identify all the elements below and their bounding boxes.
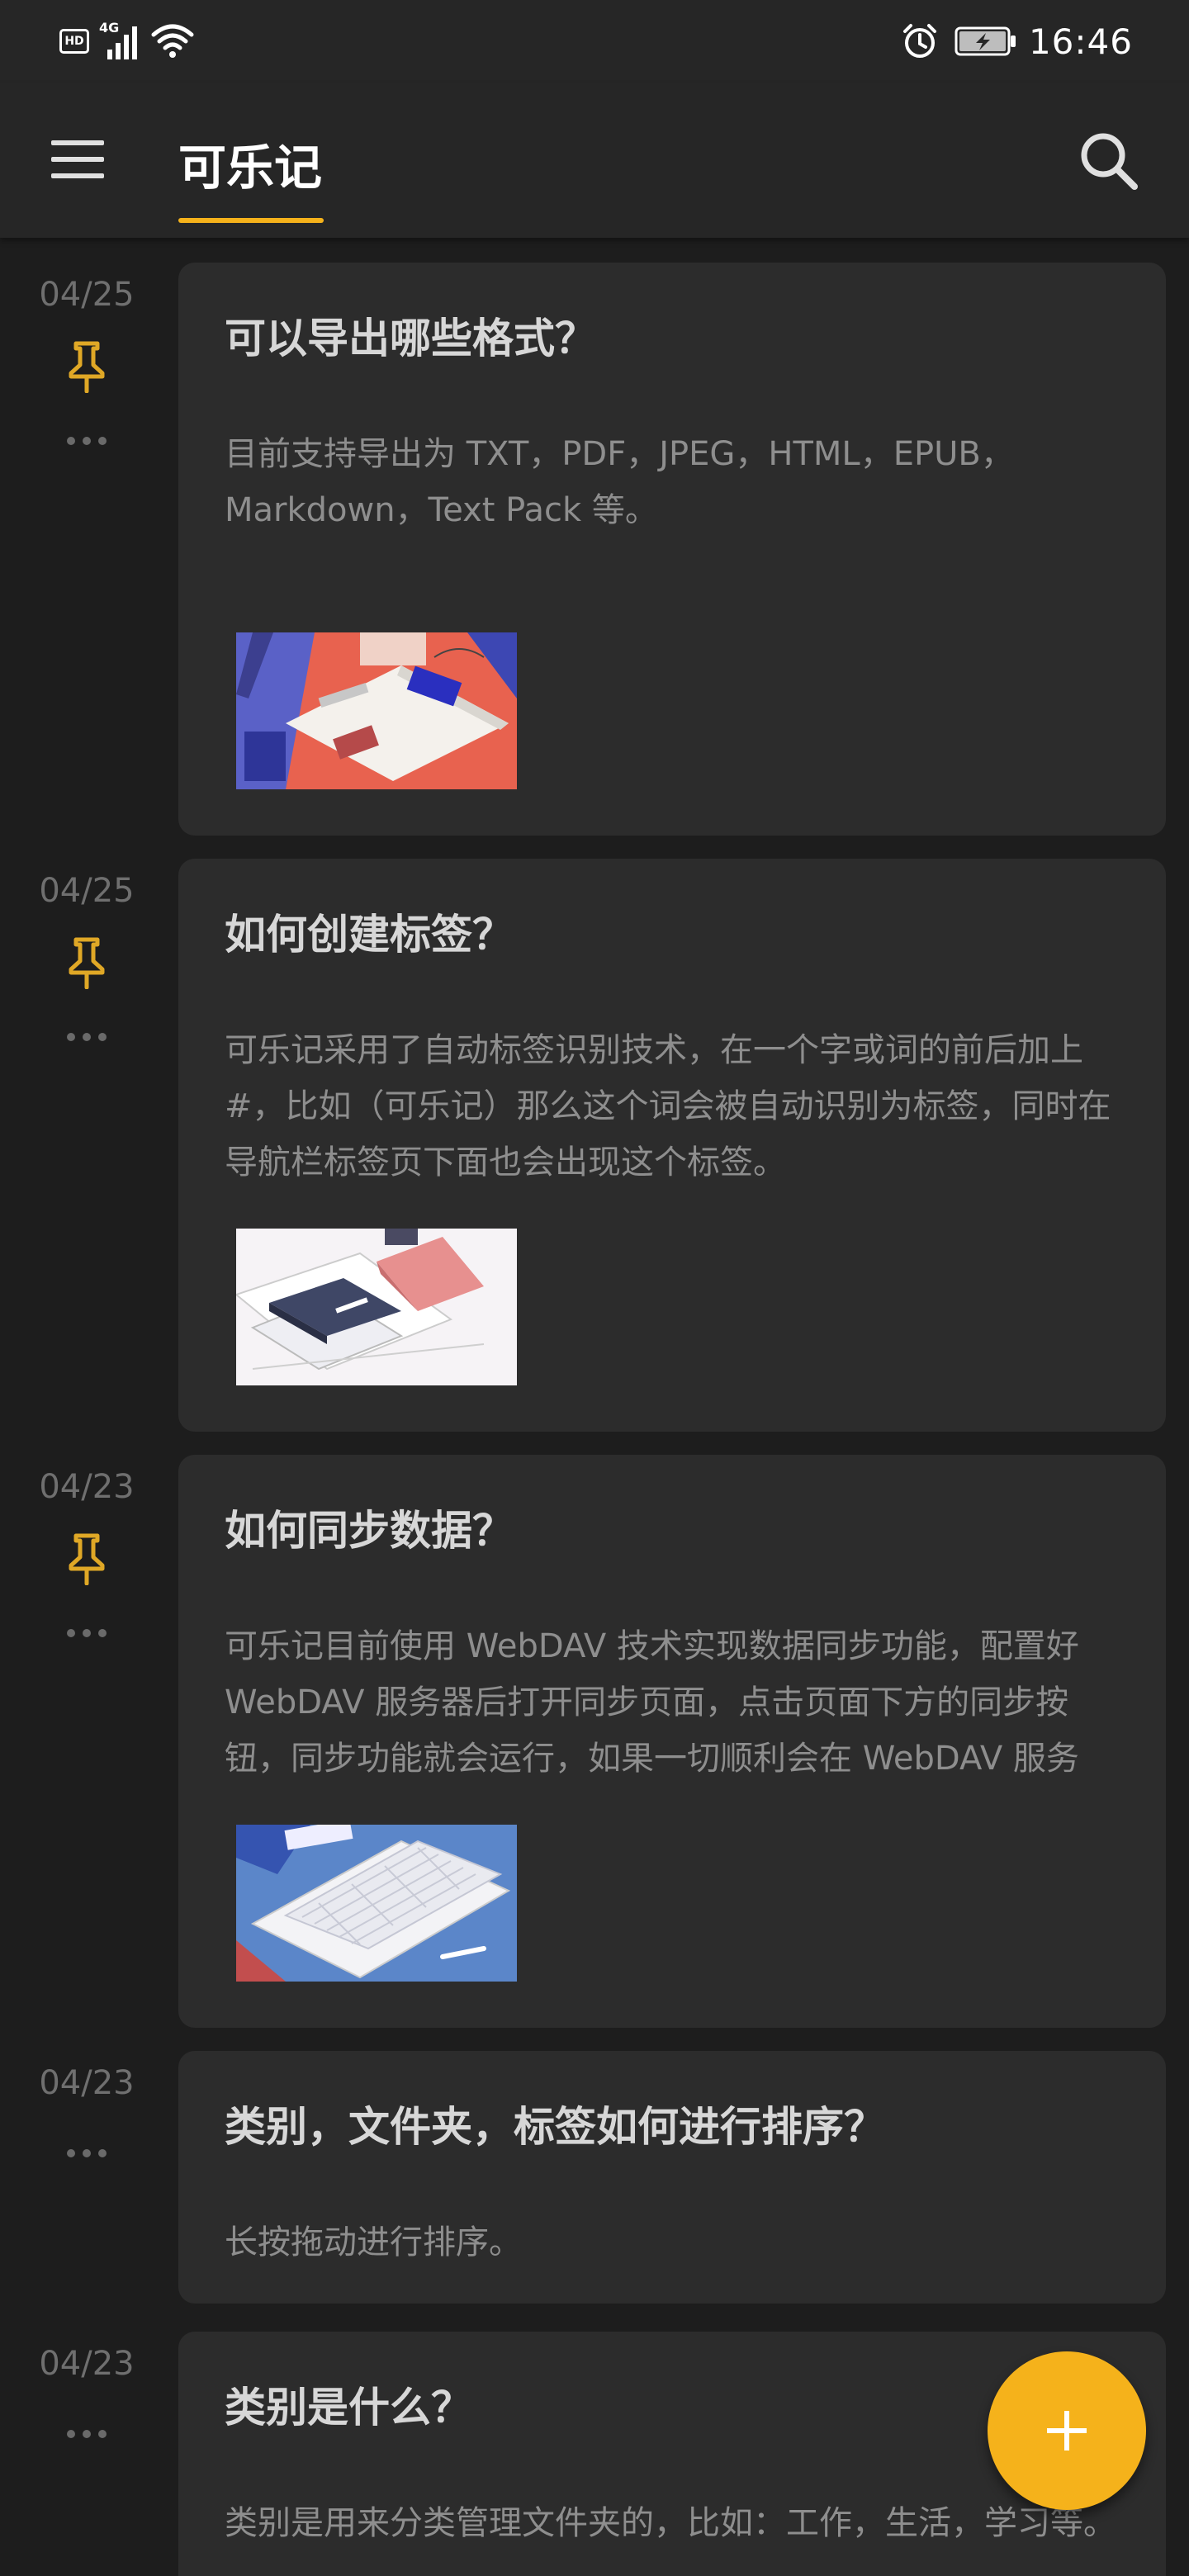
page-title: 可乐记 [178,140,323,196]
note-row: 04/23 如何同步数据？ 可乐记目前使用 WebDAV 技术实现数据同步功能，… [0,1455,1189,2028]
clock: 16:46 [1028,21,1133,62]
more-options-icon[interactable] [64,2427,109,2441]
note-row: 04/23 类别，文件夹，标签如何进行排序？ 长按拖动进行排序。 [0,2051,1189,2304]
note-row: 04/25 可以导出哪些格式？ 目前支持导出为 TXT，PDF，JPEG，HTM… [0,263,1189,836]
note-date: 04/23 [39,2064,135,2102]
status-bar: HD 4G 16:46 [0,0,1189,83]
note-thumbnail-image [236,1825,517,1982]
note-thumbnail-image [236,1229,517,1385]
hamburger-menu-icon [51,140,104,178]
note-title: 类别是什么？ [225,2384,472,2432]
note-date: 04/23 [39,2345,135,2383]
pin-icon[interactable] [66,340,107,394]
note-excerpt: 长按拖动进行排序。 [225,2223,522,2261]
note-title: 如何创建标签？ [225,911,514,959]
status-right-group: 16:46 [900,18,1133,64]
menu-button[interactable] [50,137,106,182]
note-title: 类别，文件夹，标签如何进行排序？ [225,2103,885,2151]
search-icon [1081,133,1138,190]
note-date: 04/25 [39,872,135,910]
add-note-button[interactable] [988,2351,1146,2510]
cell-signal-icon: 4G [99,20,144,59]
wifi-icon [150,23,195,59]
battery-charging-icon [955,25,1017,58]
note-thumbnail-image [236,632,517,789]
hd-badge: HD [59,29,89,54]
more-options-icon[interactable] [64,434,109,447]
note-excerpt: 可乐记目前使用 WebDAV 技术实现数据同步功能，配置好 WebDAV 服务器… [225,1627,1079,1778]
note-card[interactable]: 可以导出哪些格式？ 目前支持导出为 TXT，PDF，JPEG，HTML，EPUB… [178,263,1166,836]
note-date: 04/25 [39,276,135,314]
app-bar: 可乐记 [0,83,1189,238]
search-button[interactable] [1077,129,1139,192]
note-title: 如何同步数据？ [225,1507,514,1555]
more-options-icon[interactable] [64,1627,109,1640]
note-date: 04/23 [39,1468,135,1506]
pin-icon[interactable] [66,1532,107,1586]
more-options-icon[interactable] [64,1030,109,1044]
alarm-icon [900,21,940,61]
pin-icon[interactable] [66,936,107,990]
notes-list-screen: HD 4G 16:46 可乐记 04/25 可以导出哪些格式？ 目前支持导出为 … [0,0,1189,2576]
note-title: 可以导出哪些格式？ [225,315,596,362]
note-row: 04/25 如何创建标签？ 可乐记采用了自动标签识别技术，在一个字或词的前后加上… [0,859,1189,1432]
note-excerpt: 可乐记采用了自动标签识别技术，在一个字或词的前后加上 #，比如（可乐记）那么这个… [225,1031,1111,1181]
status-left-group: HD 4G [59,20,195,63]
note-card[interactable]: 类别，文件夹，标签如何进行排序？ 长按拖动进行排序。 [178,2051,1166,2304]
more-options-icon[interactable] [64,2147,109,2160]
note-card[interactable]: 如何同步数据？ 可乐记目前使用 WebDAV 技术实现数据同步功能，配置好 We… [178,1455,1166,2028]
note-card[interactable]: 如何创建标签？ 可乐记采用了自动标签识别技术，在一个字或词的前后加上 #，比如（… [178,859,1166,1432]
note-excerpt: 目前支持导出为 TXT，PDF，JPEG，HTML，EPUB，Markdown，… [225,435,1014,529]
note-excerpt: 类别是用来分类管理文件夹的，比如：工作，生活，学习等。 [225,2504,1116,2542]
title-active-indicator [178,218,324,223]
